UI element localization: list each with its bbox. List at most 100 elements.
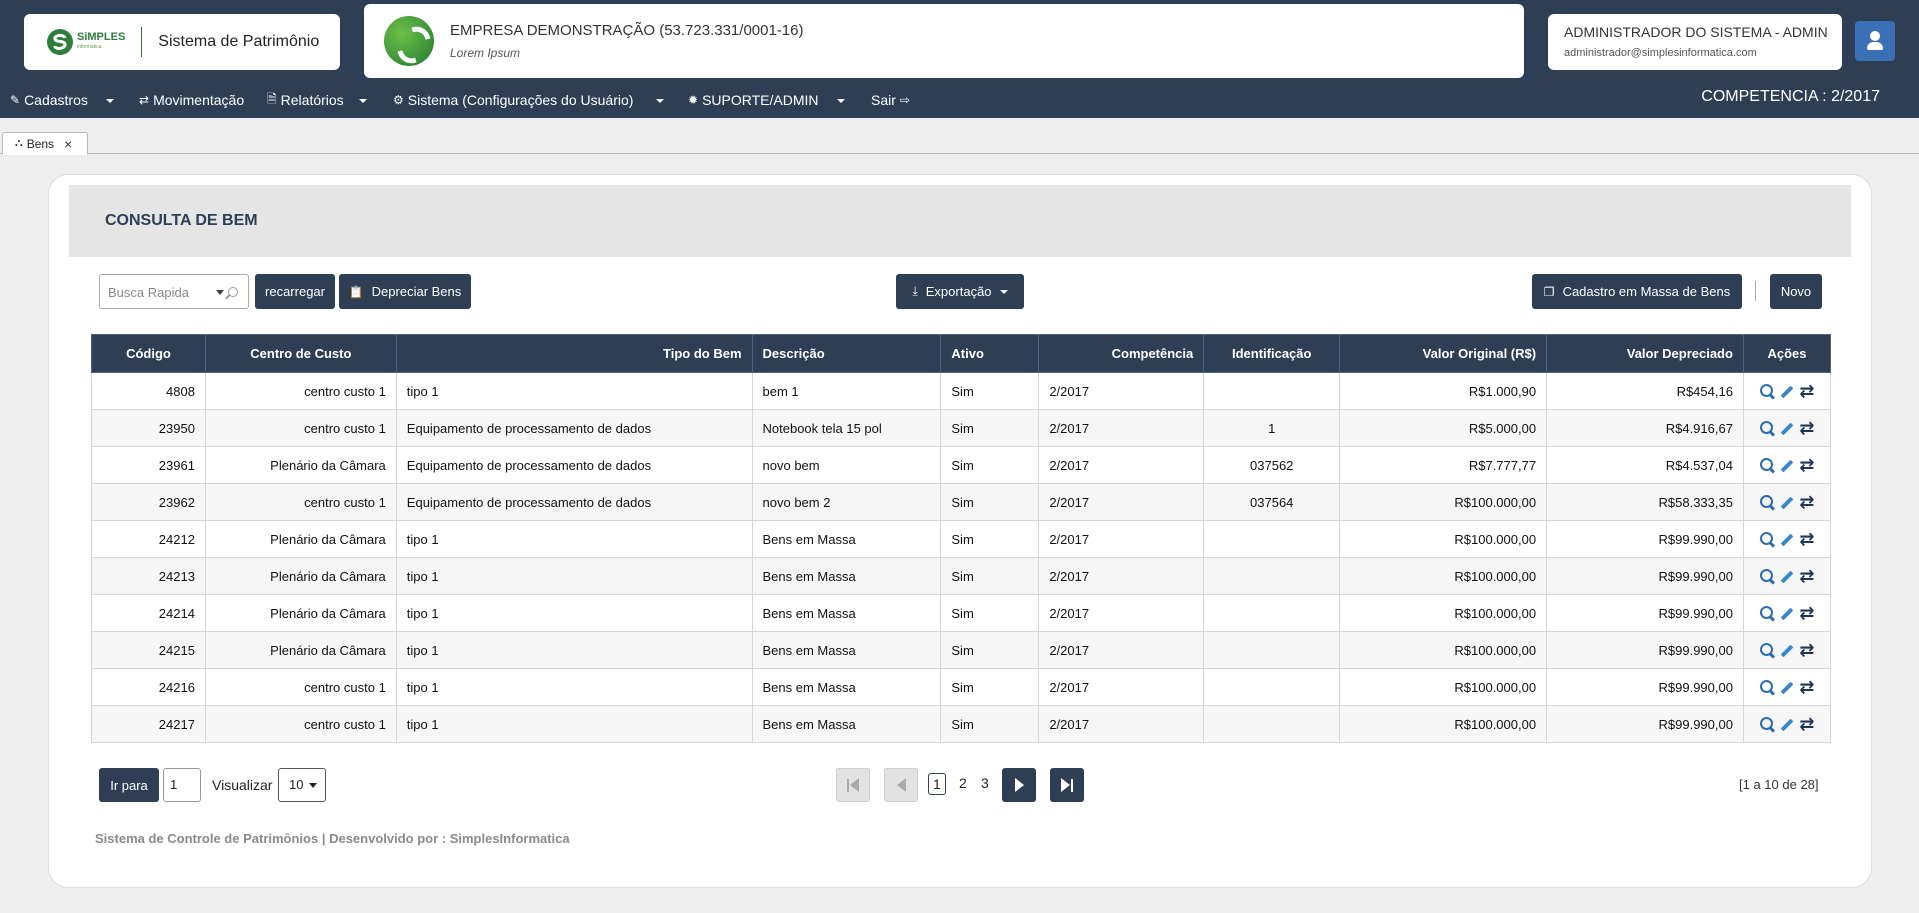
bulk-register-button[interactable]: ❐ Cadastro em Massa de Bens — [1532, 274, 1742, 309]
edit-icon[interactable] — [1778, 678, 1796, 696]
main-card: CONSULTA DE BEM Busca Rapida recarregar … — [48, 174, 1872, 888]
table-row[interactable]: 24212 Plenário da Câmara tipo 1 Bens em Mas… — [91, 520, 1832, 558]
nav-sistema[interactable]: ⚙ Sistema (Configurações do Usuário) — [393, 88, 633, 112]
cell-ativo: Sim — [940, 446, 1040, 484]
transfer-icon[interactable]: ⇄ — [1798, 493, 1816, 511]
table-row[interactable]: 23950 centro custo 1 Equipamento de proces… — [91, 409, 1832, 447]
chevron-down-icon[interactable] — [216, 290, 224, 295]
search-input[interactable]: Busca Rapida — [99, 274, 249, 309]
table-row[interactable]: 24215 Plenário da Câmara tipo 1 Bens em Mas… — [91, 631, 1832, 669]
col-tipo-bem[interactable]: Tipo do Bem — [395, 334, 753, 373]
transfer-icon[interactable]: ⇄ — [1798, 382, 1816, 400]
col-descricao[interactable]: Descrição — [751, 334, 942, 373]
prev-page-button[interactable] — [884, 768, 918, 802]
transfer-icon[interactable]: ⇄ — [1798, 530, 1816, 548]
view-icon[interactable] — [1758, 493, 1776, 511]
edit-icon[interactable] — [1778, 604, 1796, 622]
view-icon[interactable] — [1758, 641, 1776, 659]
cell-descricao: bem 1 — [751, 372, 942, 410]
view-icon[interactable] — [1758, 715, 1776, 733]
edit-icon[interactable] — [1778, 419, 1796, 437]
page-link-1[interactable]: 1 — [928, 773, 946, 795]
table-row[interactable]: 23961 Plenário da Câmara Equipamento de pr… — [91, 446, 1832, 484]
export-button[interactable]: ⤓ Exportação — [896, 274, 1024, 309]
cell-identificacao — [1203, 594, 1341, 632]
view-icon[interactable] — [1758, 530, 1776, 548]
edit-icon[interactable] — [1778, 715, 1796, 733]
chevron-down-icon[interactable] — [359, 99, 367, 103]
col-ativo[interactable]: Ativo — [940, 334, 1040, 373]
chevron-down-icon[interactable] — [656, 99, 664, 103]
col-valor-original[interactable]: Valor Original (R$) — [1339, 334, 1548, 373]
edit-icon[interactable] — [1778, 530, 1796, 548]
new-button[interactable]: Novo — [1770, 274, 1822, 309]
brand-box[interactable]: SiMPLES informática Sistema de Patrimôni… — [24, 14, 340, 70]
cell-descricao: novo bem — [751, 446, 942, 484]
table-row[interactable]: 23962 centro custo 1 Equipamento de proces… — [91, 483, 1832, 521]
cell-acoes: ⇄ — [1742, 631, 1832, 669]
edit-icon[interactable] — [1778, 382, 1796, 400]
col-competencia[interactable]: Competência — [1038, 334, 1205, 373]
view-icon[interactable] — [1758, 382, 1776, 400]
user-menu-button[interactable] — [1855, 21, 1895, 61]
tab-bens[interactable]: ⛬ Bens × — [2, 132, 88, 155]
search-icon[interactable] — [228, 287, 238, 297]
col-identificacao[interactable]: Identificação — [1203, 334, 1341, 373]
table-row[interactable]: 24213 Plenário da Câmara tipo 1 Bens em Mas… — [91, 557, 1832, 595]
view-icon[interactable] — [1758, 419, 1776, 437]
transfer-icon[interactable]: ⇄ — [1798, 567, 1816, 585]
nav-cadastros[interactable]: ✎ Cadastros — [10, 88, 88, 112]
col-codigo[interactable]: Código — [91, 334, 206, 373]
per-page-select[interactable]: 10 — [278, 768, 326, 802]
transfer-icon[interactable]: ⇄ — [1798, 419, 1816, 437]
next-page-button[interactable] — [1002, 768, 1036, 802]
cell-codigo: 24213 — [91, 557, 206, 595]
view-icon[interactable] — [1758, 678, 1776, 696]
page-link-2[interactable]: 2 — [959, 775, 967, 791]
table-row[interactable]: 24217 centro custo 1 tipo 1 Bens em Massa Si… — [91, 705, 1832, 743]
edit-icon[interactable] — [1778, 641, 1796, 659]
competencia-label: COMPETENCIA : 2/2017 — [1701, 88, 1880, 105]
cell-valor-original: R$100.000,00 — [1339, 520, 1548, 558]
cell-tipo-bem: Equipamento de processamento de dados — [395, 483, 753, 521]
sitemap-icon: ⛬ — [15, 137, 23, 149]
transfer-icon[interactable]: ⇄ — [1798, 715, 1816, 733]
page-link-3[interactable]: 3 — [981, 775, 989, 791]
last-page-button[interactable] — [1050, 768, 1084, 802]
cell-valor-original: R$100.000,00 — [1339, 557, 1548, 595]
nav-movimentacao[interactable]: ⇄ Movimentação — [139, 88, 244, 112]
depreciate-button[interactable]: 📋 Depreciar Bens — [339, 274, 471, 309]
view-icon[interactable] — [1758, 604, 1776, 622]
cell-codigo: 24217 — [91, 705, 206, 743]
cell-centro-custo: centro custo 1 — [204, 705, 397, 743]
view-icon[interactable] — [1758, 567, 1776, 585]
cell-codigo: 4808 — [91, 372, 206, 410]
nav-suporte[interactable]: ✹ SUPORTE/ADMIN — [688, 88, 819, 112]
col-centro-custo[interactable]: Centro de Custo — [204, 334, 397, 373]
transfer-icon[interactable]: ⇄ — [1798, 678, 1816, 696]
chevron-down-icon[interactable] — [106, 99, 114, 103]
edit-icon[interactable] — [1778, 567, 1796, 585]
nav-relatorios[interactable]: 🗎 Relatórios — [267, 88, 344, 112]
table-row[interactable]: 4808 centro custo 1 tipo 1 bem 1 Sim 2/2017 R$… — [91, 372, 1832, 410]
transfer-icon[interactable]: ⇄ — [1798, 641, 1816, 659]
cell-identificacao: 037564 — [1203, 483, 1341, 521]
close-icon[interactable]: × — [64, 136, 72, 152]
first-page-button[interactable] — [836, 768, 870, 802]
table-row[interactable]: 24216 centro custo 1 tipo 1 Bens em Massa Si… — [91, 668, 1832, 706]
sign-out-icon: ⇨ — [899, 93, 910, 107]
reload-button[interactable]: recarregar — [255, 274, 335, 309]
transfer-icon[interactable]: ⇄ — [1798, 456, 1816, 474]
edit-icon[interactable] — [1778, 456, 1796, 474]
transfer-icon[interactable]: ⇄ — [1798, 604, 1816, 622]
cell-tipo-bem: tipo 1 — [395, 520, 753, 558]
view-icon[interactable] — [1758, 456, 1776, 474]
edit-icon[interactable] — [1778, 493, 1796, 511]
goto-page-input[interactable]: 1 — [163, 768, 201, 802]
col-valor-depreciado[interactable]: Valor Depreciado — [1546, 334, 1744, 373]
table-row[interactable]: 24214 Plenário da Câmara tipo 1 Bens em Mas… — [91, 594, 1832, 632]
chevron-down-icon[interactable] — [837, 99, 845, 103]
goto-page-button[interactable]: Ir para — [99, 768, 159, 802]
cell-acoes: ⇄ — [1742, 446, 1832, 484]
nav-sair[interactable]: Sair ⇨ — [871, 88, 914, 112]
